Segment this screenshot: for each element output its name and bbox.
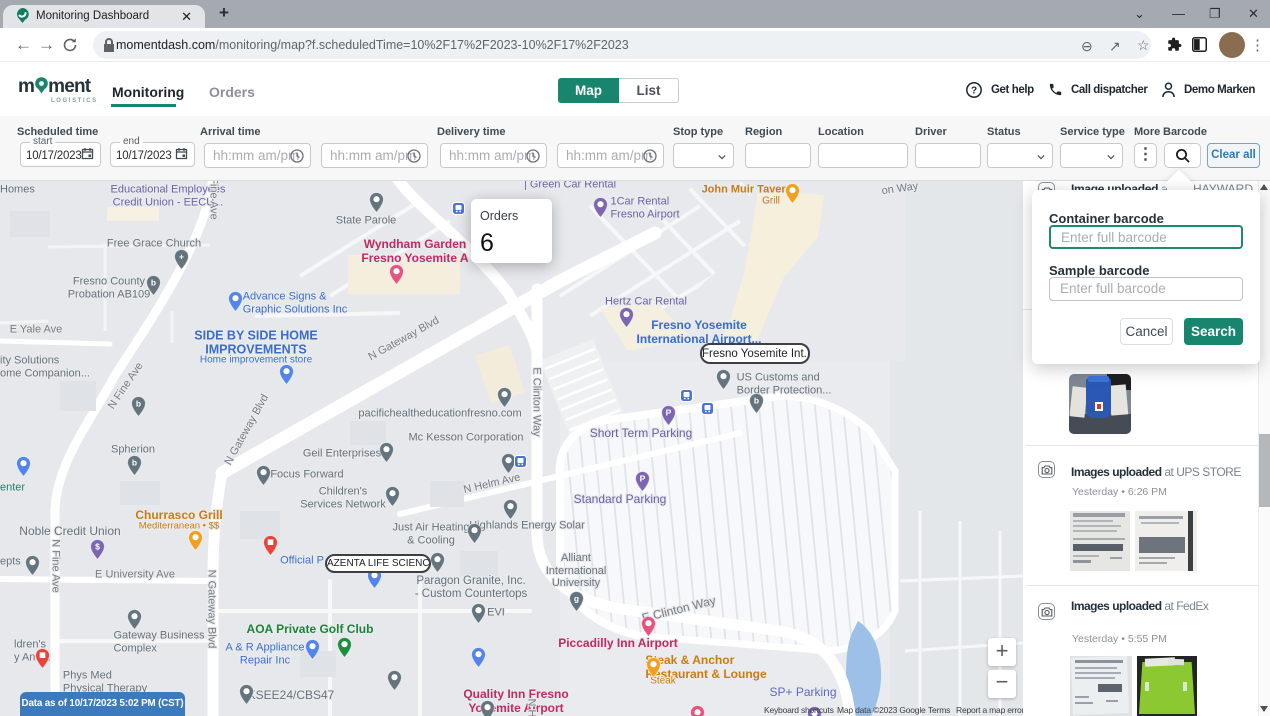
svg-text:+: + (179, 251, 184, 261)
svg-text:g: g (573, 593, 578, 603)
svg-text:P: P (639, 473, 645, 483)
svg-text:$: $ (95, 541, 100, 551)
svg-text:b: b (135, 398, 140, 408)
svg-text:?: ? (971, 86, 977, 97)
svg-text:b: b (131, 457, 136, 467)
svg-text:b: b (753, 395, 758, 405)
svg-text:b: b (150, 277, 155, 287)
svg-text:P: P (665, 407, 671, 417)
